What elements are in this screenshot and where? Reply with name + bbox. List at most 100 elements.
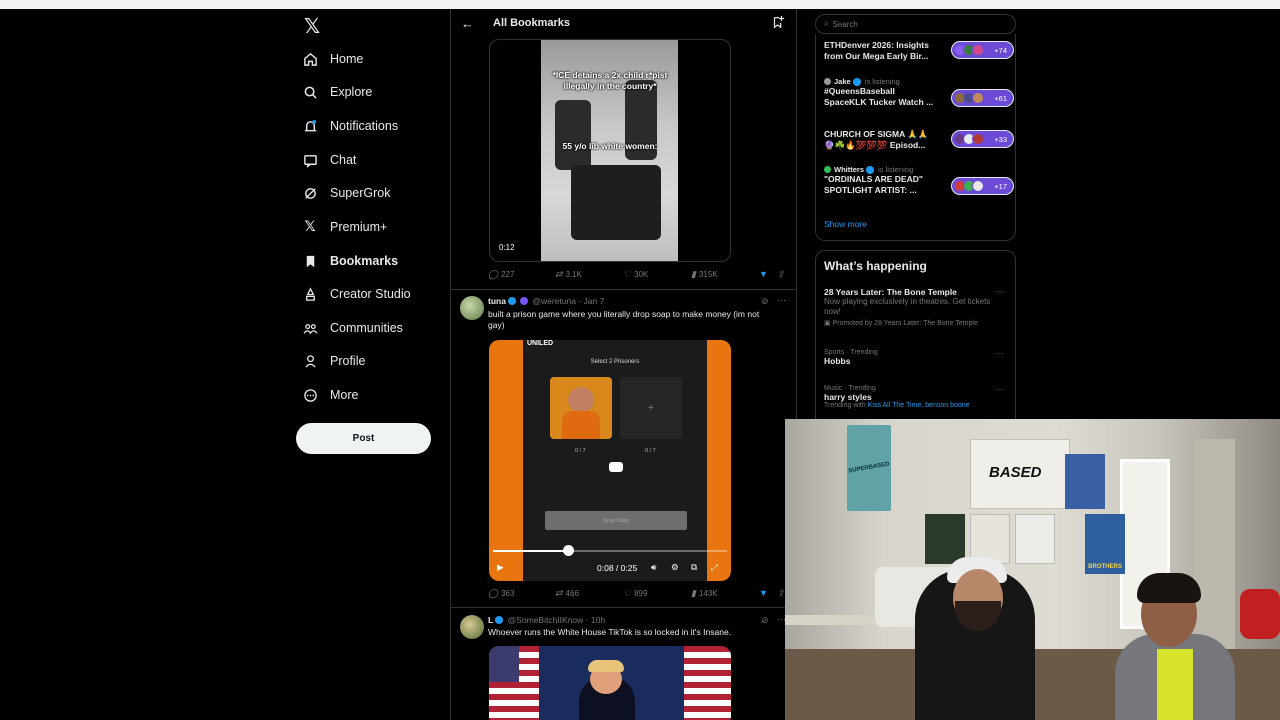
tweet1-video[interactable]: *ICE detains a 2x child r*pist illegally… [489,39,731,262]
trend-category: Sports · Trending [824,349,878,356]
bell-icon [302,118,318,134]
share-button[interactable]: ⇪ [777,269,788,280]
listener-count: +61 [994,93,1007,103]
search-input[interactable]: ⌕ Search [815,14,1016,34]
bookmarks-timeline[interactable]: ← All Bookmarks *ICE detains a 2x child … [450,9,797,720]
nav-chat[interactable]: Chat [302,147,356,173]
tweet2-video[interactable]: UNILED Select 2 Prisoners + 0 / 7 0 / 7 … [489,340,731,581]
reply-icon: ◯ [488,588,499,598]
grok-explain-icon[interactable]: ⊘ [761,296,769,307]
prisoner-card [550,377,612,439]
trend-more-icon[interactable]: ··· [996,385,1004,394]
nav-notifications-label: Notifications [330,119,399,133]
trend-links[interactable]: Kiss All The Time, benson boone [868,402,970,409]
play-icon[interactable]: ▶ [497,562,504,573]
nav-home[interactable]: Home [302,46,363,72]
tweet-divider [451,607,796,608]
repost-icon: ⇄ [555,269,563,279]
space-item[interactable]: Whitters is listening "ORDINALS ARE DEAD… [824,165,1014,196]
video-progress-bar[interactable] [493,545,727,556]
listener-count: +33 [994,134,1007,144]
trend-title: 28 Years Later: The Bone Temple [824,287,957,297]
nav-creator-studio-label: Creator Studio [330,287,411,301]
nav-notifications[interactable]: Notifications [302,113,398,139]
space-listeners-pill[interactable]: +61 [951,89,1014,107]
back-arrow-icon[interactable]: ← [461,16,474,31]
heart-icon: ♡ [623,269,632,279]
post-button[interactable]: Post [296,423,431,454]
red-chair [1240,589,1280,639]
new-bookmark-folder-icon[interactable] [771,15,785,32]
wall-poster [1015,514,1055,564]
x-logo-icon[interactable]: 𝕏 [304,14,322,38]
share-icon: ⇪ [777,269,785,279]
avatar[interactable] [460,296,484,320]
fullscreen-icon[interactable]: ⤢ [711,562,718,573]
space-item[interactable]: ETHDenver 2026: Insights from Our Mega E… [824,40,1014,62]
trend-item[interactable]: 28 Years Later: The Bone Temple Now play… [824,287,1009,327]
trend-item[interactable]: Music · Trending harry styles Trending w… [824,385,1009,409]
grok-explain-icon[interactable]: ⊘ [761,615,769,626]
like-button[interactable]: ♡ 899 [623,588,647,599]
video-caption-mid: 55 y/o lib white women: [562,141,658,151]
speaker-hair [588,660,624,672]
volume-icon[interactable]: 🔊︎ [651,562,656,573]
reply-button[interactable]: ◯ 227 [488,269,514,280]
space-listeners-pill[interactable]: +74 [951,41,1014,59]
trend-item[interactable]: Sports · Trending Hobbs [824,349,1009,366]
verified-badge-icon [495,616,504,624]
like-button[interactable]: ♡ 30K [623,269,648,280]
more-options-icon[interactable]: ··· [777,295,786,305]
video-figure [571,165,661,240]
listener-avatars [954,44,984,56]
tweet-date[interactable]: Jan 7 [584,296,605,306]
tweet3-media[interactable] [489,646,731,720]
bookmark-button[interactable]: ▼ [759,269,771,279]
author-handle[interactable]: @weretuna [532,296,576,306]
flag-text: SUPERBASED [847,461,891,475]
space-item[interactable]: Jake is listening #QueensBaseball SpaceK… [824,77,1014,108]
chat-icon [302,152,318,168]
tweet-date[interactable]: 10h [591,615,605,625]
listener-avatars [954,133,984,145]
nav-explore-label: Explore [330,85,373,99]
game-screen: UNILED Select 2 Prisoners + 0 / 7 0 / 7 … [523,340,707,581]
views-button[interactable]: ▮ 143K [691,588,718,599]
nav-profile[interactable]: Profile [302,348,365,374]
author-name: tuna [488,296,506,306]
space-listeners-pill[interactable]: +33 [951,130,1014,148]
nav-bookmarks[interactable]: Bookmarks [302,248,398,274]
nav-more[interactable]: More [302,382,358,408]
show-more-link[interactable]: Show more [824,219,867,229]
bookmark-button[interactable]: ▼ [759,588,771,598]
nav-explore[interactable]: Explore [302,79,372,105]
video-controls: ▶ 0:08 / 0:25 🔊︎ ⚙ ⧉ ⤢ [489,562,731,576]
tweet-divider [451,289,796,290]
nav-profile-label: Profile [330,354,366,368]
live-spaces-panel: ETHDenver 2026: Insights from Our Mega E… [815,34,1016,241]
space-item[interactable]: CHURCH OF SIGMA 🙏🙏 🔮☘️🔥💯💯💯 Episod... +33 [824,129,1014,151]
pip-icon[interactable]: ⧉ [691,562,697,573]
video-scrub-handle[interactable] [562,545,574,556]
space-title: CHURCH OF SIGMA 🙏🙏 🔮☘️🔥💯💯💯 Episod... [824,129,929,150]
settings-icon[interactable]: ⚙ [671,562,679,573]
nav-supergrok[interactable]: SuperGrok [302,180,390,206]
nav-chat-label: Chat [330,153,357,167]
nav-creator-studio[interactable]: Creator Studio [302,281,411,307]
space-title: #QueensBaseball SpaceKLK Tucker Watch ..… [824,86,934,107]
space-listeners-pill[interactable]: +17 [951,177,1014,195]
space-host: Whitters is listening [824,165,1014,174]
trend-more-icon[interactable]: ··· [996,287,1004,296]
trend-more-icon[interactable]: ··· [996,349,1004,358]
views-button[interactable]: ▮ 315K [691,269,718,280]
avatar[interactable] [460,615,484,639]
repost-button[interactable]: ⇄ 466 [555,588,579,599]
reply-button[interactable]: ◯ 363 [488,588,514,599]
repost-button[interactable]: ⇄ 3.1K [555,269,582,280]
nav-communities[interactable]: Communities [302,315,403,341]
video-figure [555,100,591,170]
host-avatar [824,78,831,85]
author-handle[interactable]: @SomeBitchIIKnow [508,615,584,625]
nav-premium[interactable]: 𝕏 Premium+ [302,214,387,240]
listener-count: +74 [994,45,1007,55]
